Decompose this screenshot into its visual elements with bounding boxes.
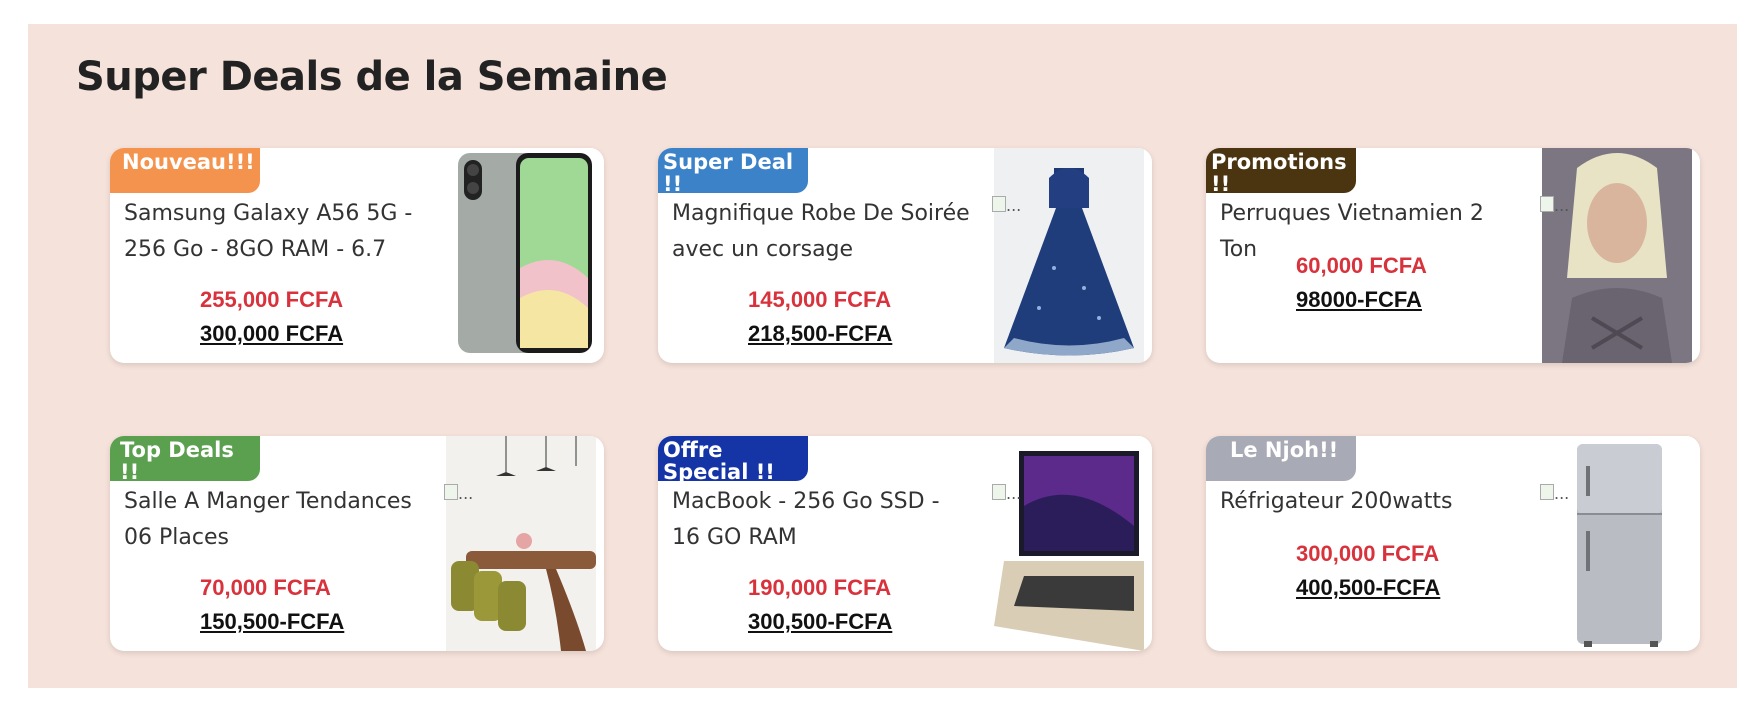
- deal-badge: Offre Special !!: [658, 436, 808, 481]
- phone-image[interactable]: [446, 148, 596, 363]
- deal-badge: Super Deal !!: [658, 148, 808, 193]
- dining-table-image[interactable]: [446, 436, 596, 651]
- broken-image-icon: ...: [992, 484, 1026, 508]
- laptop-image[interactable]: [994, 436, 1144, 651]
- deal-card[interactable]: Top Deals !! Salle A Manger Tendances 06…: [110, 436, 604, 651]
- deal-card[interactable]: Le Njoh!! Réfrigateur 200watts 300,000 F…: [1206, 436, 1700, 651]
- product-name[interactable]: Réfrigateur 200watts: [1220, 484, 1520, 520]
- broken-image-icon: ...: [1540, 196, 1574, 220]
- section-title: Super Deals de la Semaine: [76, 54, 668, 100]
- product-name[interactable]: Samsung Galaxy A56 5G - 256 Go - 8GO RAM…: [124, 196, 424, 268]
- product-name[interactable]: Salle A Manger Tendances 06 Places: [124, 484, 424, 556]
- deal-card[interactable]: Offre Special !! MacBook - 256 Go SSD - …: [658, 436, 1152, 651]
- deal-badge: Promotions !!: [1206, 148, 1356, 193]
- product-old-price: 150,500-FCFA: [200, 609, 345, 634]
- deal-card[interactable]: Super Deal !! Magnifique Robe De Soirée …: [658, 148, 1152, 363]
- product-old-price: 98000-FCFA: [1296, 287, 1422, 312]
- wig-image[interactable]: [1542, 148, 1692, 363]
- product-price: 145,000 FCFA: [748, 287, 892, 312]
- product-old-price: 400,500-FCFA: [1296, 575, 1441, 600]
- deal-badge: Nouveau!!!: [110, 148, 260, 193]
- deals-section: Super Deals de la Semaine Nouveau!!! Sam…: [28, 24, 1737, 688]
- product-name[interactable]: MacBook - 256 Go SSD - 16 GO RAM: [672, 484, 972, 556]
- product-old-price: 300,000 FCFA: [200, 321, 344, 346]
- product-price: 70,000 FCFA: [200, 575, 331, 600]
- broken-image-icon: ...: [992, 196, 1026, 220]
- dress-image[interactable]: [994, 148, 1144, 363]
- product-price: 190,000 FCFA: [748, 575, 892, 600]
- deal-card[interactable]: Promotions !! Perruques Vietnamien 2 Ton…: [1206, 148, 1700, 363]
- product-price: 60,000 FCFA: [1296, 253, 1427, 278]
- broken-image-icon: ...: [444, 484, 478, 508]
- product-name[interactable]: Magnifique Robe De Soirée avec un corsag…: [672, 196, 972, 268]
- deal-badge: Top Deals !!: [110, 436, 260, 481]
- product-price: 255,000 FCFA: [200, 287, 344, 312]
- product-price: 300,000 FCFA: [1296, 541, 1440, 566]
- deal-card[interactable]: Nouveau!!! Samsung Galaxy A56 5G - 256 G…: [110, 148, 604, 363]
- deal-badge: Le Njoh!!: [1206, 436, 1356, 481]
- product-old-price: 218,500-FCFA: [748, 321, 893, 346]
- broken-image-icon: ...: [1540, 484, 1574, 508]
- top-strip: [0, 0, 1757, 24]
- product-old-price: 300,500-FCFA: [748, 609, 893, 634]
- fridge-image[interactable]: [1542, 436, 1692, 651]
